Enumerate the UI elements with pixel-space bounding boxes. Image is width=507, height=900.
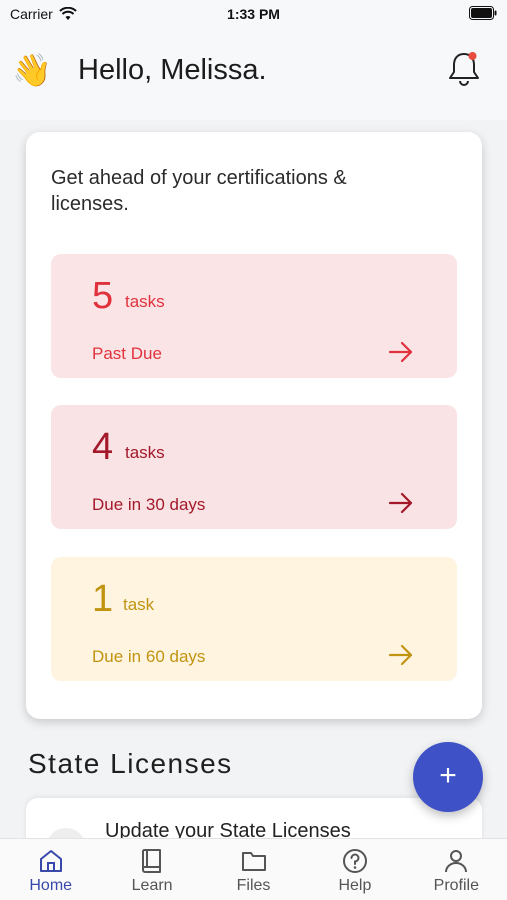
task-unit: tasks: [125, 443, 165, 462]
wave-emoji: 👋: [12, 52, 52, 88]
page-title: Hello, Melissa.: [78, 54, 267, 86]
arrow-right-icon: [388, 341, 413, 363]
summary-card-title: Get ahead of your certifications & licen…: [51, 167, 347, 215]
folder-icon: [241, 852, 266, 871]
state-licenses-heading: State Licenses: [28, 748, 233, 779]
task-label: Due in 60 days: [92, 647, 206, 666]
bottom-tab-bar: Home Learn Files Help Profile: [0, 838, 507, 900]
summary-card: Get ahead of your certifications & licen…: [26, 132, 482, 719]
home-icon: [39, 850, 62, 872]
task-count: 1: [92, 578, 114, 620]
tab-label: Files: [236, 877, 271, 894]
battery-icon: [469, 6, 497, 20]
task-unit: task: [123, 595, 155, 614]
tab-label: Home: [29, 877, 73, 894]
tab-label: Help: [338, 877, 372, 894]
tab-profile[interactable]: Profile: [406, 839, 507, 900]
tab-label: Profile: [433, 877, 479, 894]
add-button[interactable]: +: [413, 742, 483, 812]
page-header: 👋 Hello, Melissa.: [0, 30, 507, 120]
task-unit: tasks: [125, 292, 165, 311]
tab-label: Learn: [131, 877, 173, 894]
arrow-right-icon: [388, 644, 413, 666]
tab-help[interactable]: Help: [304, 839, 405, 900]
status-time: 1:33 PM: [227, 6, 280, 22]
task-card-due-60[interactable]: 1 task Due in 60 days: [51, 557, 457, 681]
status-bar: Carrier 1:33 PM: [0, 0, 507, 30]
task-label: Past Due: [92, 344, 162, 363]
help-icon: [342, 849, 367, 873]
tab-home[interactable]: Home: [0, 839, 101, 900]
task-card-past-due[interactable]: 5 tasks Past Due: [51, 254, 457, 378]
tab-learn[interactable]: Learn: [101, 839, 202, 900]
task-label: Due in 30 days: [92, 495, 206, 514]
arrow-right-icon: [388, 492, 413, 514]
task-count: 5: [92, 275, 114, 317]
book-icon: [142, 849, 162, 873]
tab-files[interactable]: Files: [203, 839, 304, 900]
bell-icon[interactable]: [444, 48, 484, 88]
person-icon: [445, 850, 468, 873]
task-card-due-30[interactable]: 4 tasks Due in 30 days: [51, 405, 457, 529]
task-count: 4: [92, 426, 114, 468]
